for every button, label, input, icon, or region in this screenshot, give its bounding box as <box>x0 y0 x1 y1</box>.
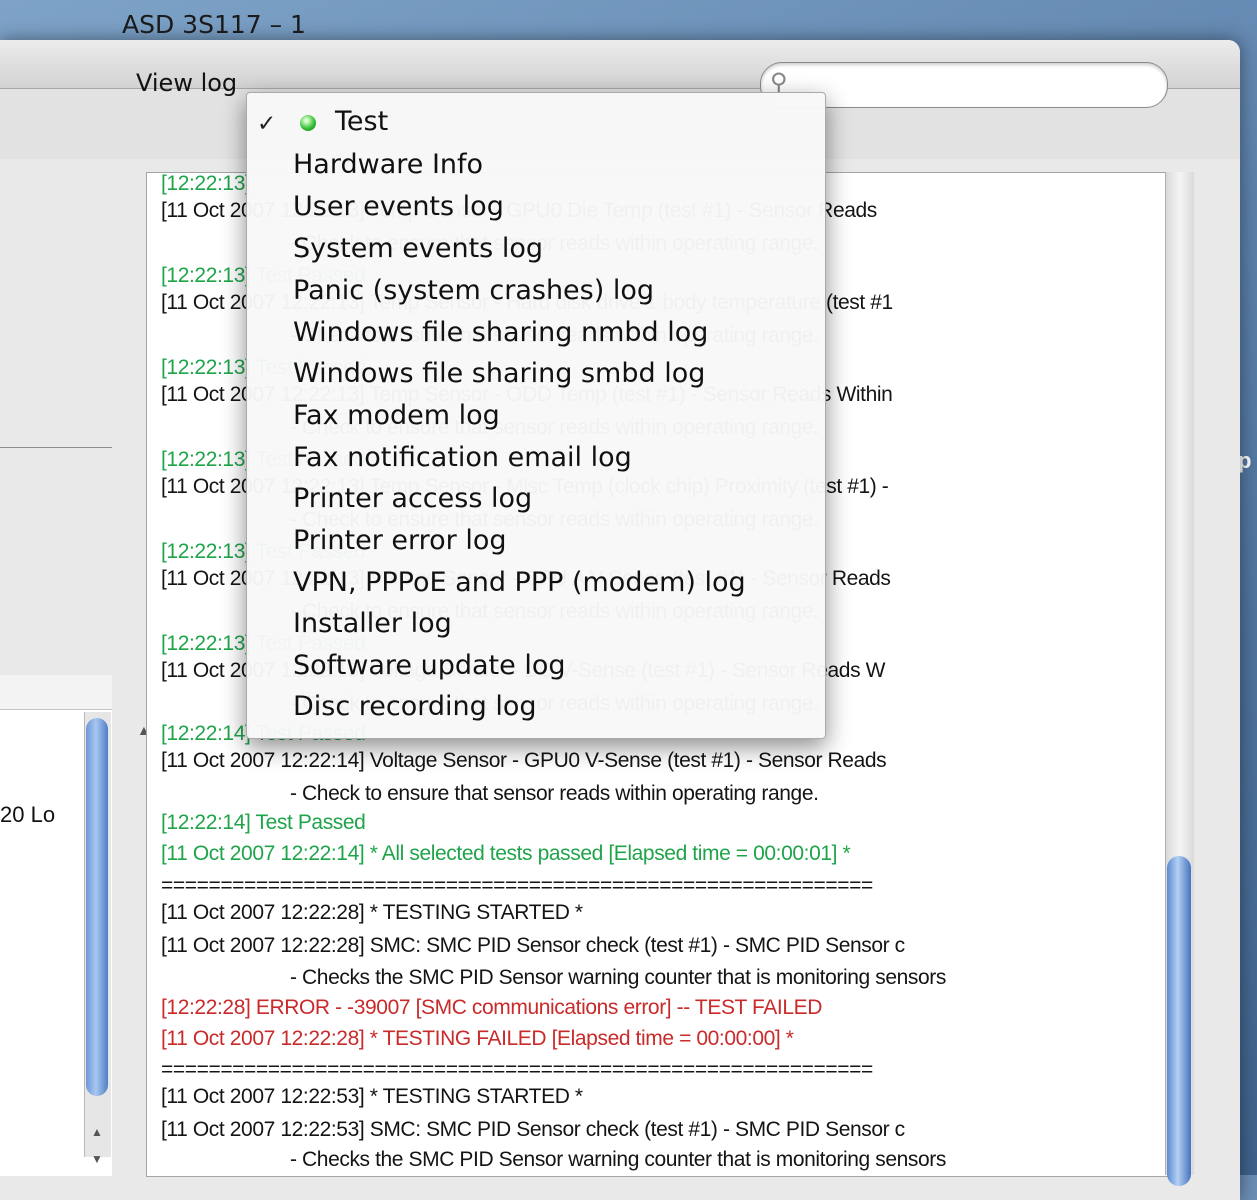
menu-item-software-update-log[interactable]: Software update log <box>293 650 565 681</box>
scroll-down-arrow-icon[interactable]: ▼ <box>87 1152 107 1170</box>
menu-item-installer-log[interactable]: Installer log <box>293 608 452 639</box>
log-line: [12:22:13] <box>161 172 251 195</box>
log-line: [11 Oct 2007 12:22:53] SMC: SMC PID Sens… <box>161 1118 905 1141</box>
menu-item-user-events-log[interactable]: User events log <box>293 191 504 222</box>
window-title: ASD 3S117 – 1 <box>122 10 306 39</box>
log-line: [12:22:14] Test Passed <box>161 811 366 834</box>
log-line: - Checks the SMC PID Sensor warning coun… <box>290 1148 946 1171</box>
menu-item-system-events-log[interactable]: System events log <box>293 233 543 264</box>
left-panel-row-text[interactable]: 20 Lo <box>0 802 55 828</box>
menu-item-printer-access-log[interactable]: Printer access log <box>293 483 532 514</box>
log-line: [11 Oct 2007 12:22:28] * TESTING FAILED … <box>161 1027 794 1050</box>
log-line: ========================================… <box>161 874 873 897</box>
menu-item-panic-system-crashes-log[interactable]: Panic (system crashes) log <box>293 275 654 306</box>
menu-item-fax-modem-log[interactable]: Fax modem log <box>293 400 500 431</box>
menu-item-fax-notification-email-log[interactable]: Fax notification email log <box>293 442 632 473</box>
log-line: ========================================… <box>161 1058 873 1081</box>
menu-item-windows-file-sharing-smbd-log[interactable]: Windows file sharing smbd log <box>293 358 705 389</box>
left-panel-header[interactable] <box>0 675 112 710</box>
menu-item-printer-error-log[interactable]: Printer error log <box>293 525 507 556</box>
sidebar-divider <box>0 447 112 448</box>
menu-item-windows-file-sharing-nmbd-log[interactable]: Windows file sharing nmbd log <box>293 317 708 348</box>
view-log-label: View log <box>136 69 238 97</box>
log-line: [12:22:28] ERROR - -39007 [SMC communica… <box>161 996 823 1019</box>
left-panel-scroll-thumb[interactable] <box>86 718 108 1096</box>
log-line: - Checks the SMC PID Sensor warning coun… <box>290 966 946 989</box>
log-scroll-thumb[interactable] <box>1167 856 1191 1186</box>
log-line: [11 Oct 2007 12:22:28] SMC: SMC PID Sens… <box>161 934 905 957</box>
log-line: [11 Oct 2007 12:22:53] * TESTING STARTED… <box>161 1085 583 1108</box>
log-line: [11 Oct 2007 12:22:14] * All selected te… <box>161 842 851 865</box>
menu-item-disc-recording-log[interactable]: Disc recording log <box>293 691 537 722</box>
log-line: [11 Oct 2007 12:22:14] Voltage Sensor - … <box>161 749 887 772</box>
menu-item-test[interactable]: Test <box>335 106 388 137</box>
log-line: - Check to ensure that sensor reads with… <box>290 782 819 805</box>
menu-item-vpn-pppoe-and-ppp-modem-log[interactable]: VPN, PPPoE and PPP (modem) log <box>293 567 746 598</box>
log-line: [11 Oct 2007 12:22:28] * TESTING STARTED… <box>161 901 583 924</box>
status-dot-icon <box>300 115 316 131</box>
scroll-up-arrow-icon[interactable]: ▲ <box>87 1125 107 1143</box>
menu-item-hardware-info[interactable]: Hardware Info <box>293 149 483 180</box>
checkmark-icon: ✓ <box>257 110 277 136</box>
desktop-edge-text: p <box>1238 448 1252 473</box>
